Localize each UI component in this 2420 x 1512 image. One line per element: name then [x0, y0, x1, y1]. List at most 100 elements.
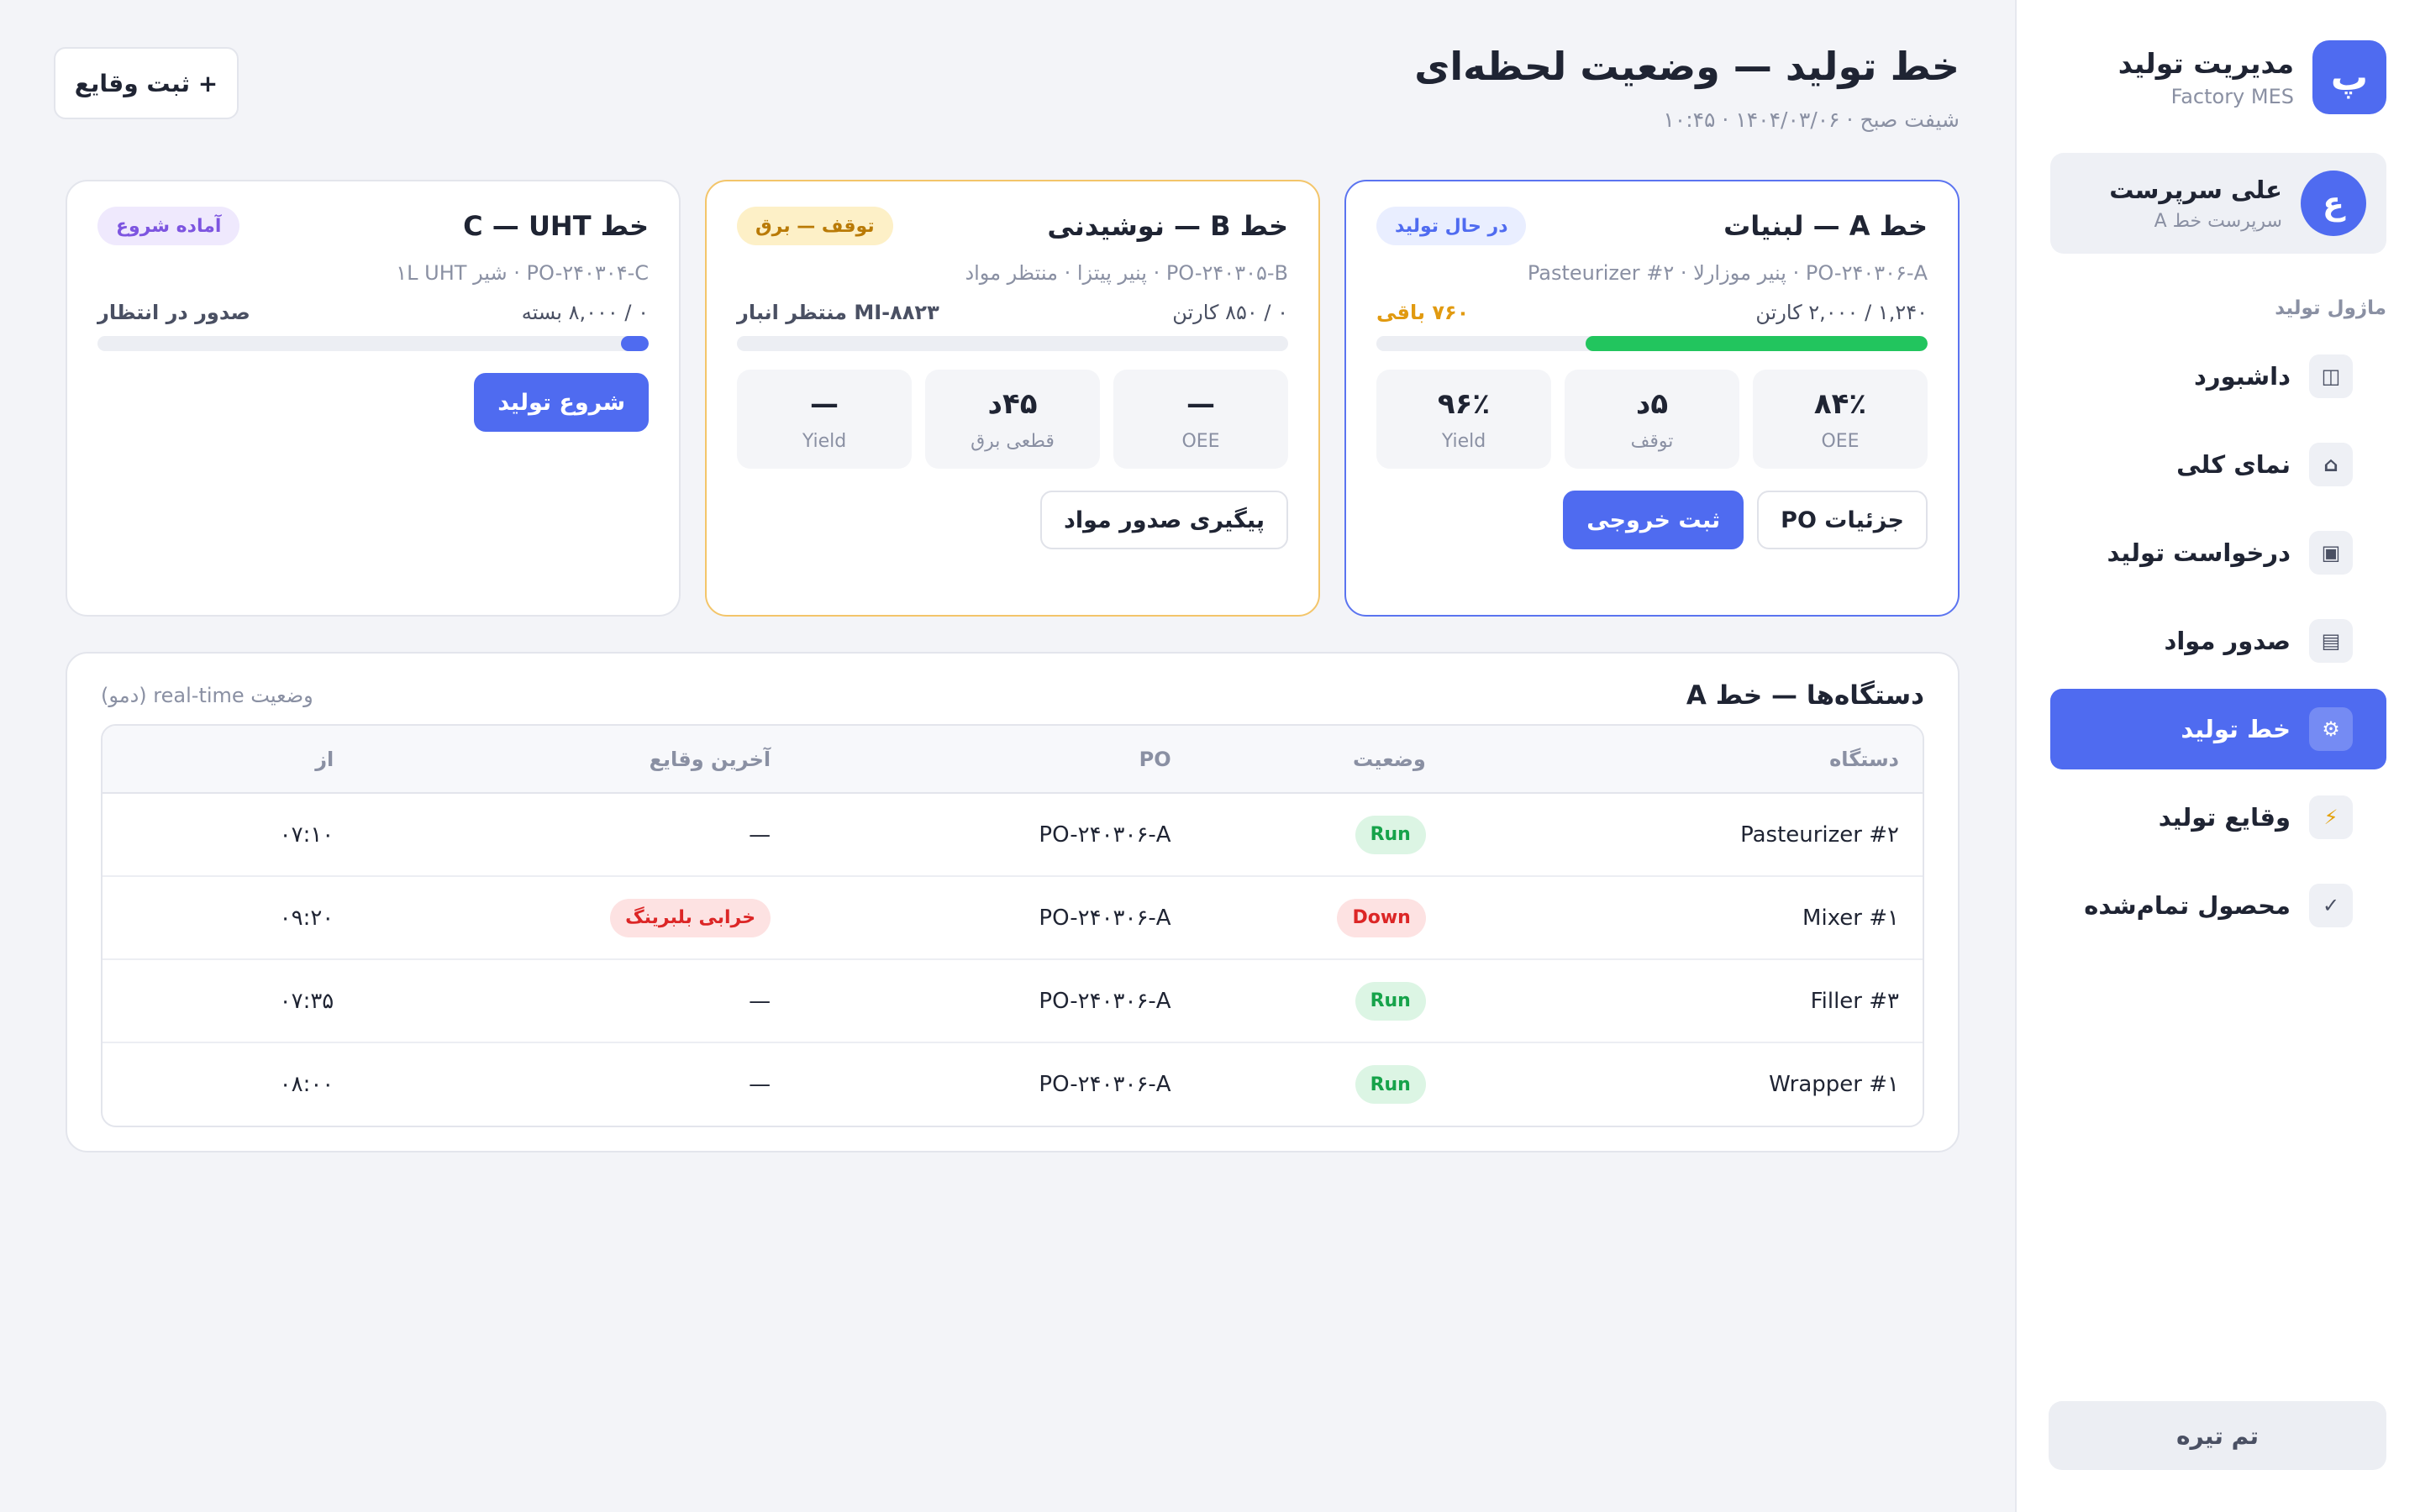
sidebar-item-dashboard[interactable]: ◫ داشبورد: [2050, 336, 2386, 417]
devices-panel: دستگاه‌ها — خط A وضعیت real-time (دمو) د…: [66, 652, 1960, 1152]
status-badge: Run: [1355, 981, 1426, 1021]
kpi-power-outage: ۴۵د قطعی برق: [925, 370, 1100, 469]
line-subtitle: PO-۲۴۰۳۰۵-B · پنیر پیتزا · منتظر مواد: [965, 261, 1288, 285]
remaining-text: ۷۶۰ باقی: [1376, 301, 1470, 324]
sidebar-item-label: داشبورد: [2194, 362, 2291, 391]
table-row[interactable]: Mixer #۱ Down PO-۲۴۰۳۰۶-A خرابی بلبرینگ …: [103, 876, 1923, 960]
devices-title: دستگاه‌ها — خط A: [1686, 680, 1924, 711]
kpi-label: Yield: [1441, 430, 1486, 452]
home-icon: ⌂: [2309, 443, 2353, 486]
sidebar-item-material-issue[interactable]: ▤ صدور مواد: [2050, 601, 2386, 681]
progress-text: ۰ / ۸۵۰ کارتن: [1172, 301, 1288, 324]
dashboard-icon: ◫: [2309, 354, 2353, 398]
kpi-value: ۴۵د: [987, 386, 1038, 421]
last-event: —: [749, 988, 771, 1014]
remaining-text: MI-۸۸۲۳ منتظر انبار: [737, 301, 939, 324]
line-card-b: خط B — نوشیدنی توقف — برق PO-۲۴۰۳۰۵-B · …: [705, 180, 1320, 617]
kpi-label: OEE: [1821, 430, 1860, 452]
device-name: Filler #۳: [1810, 988, 1899, 1014]
status-badge: در حال تولید: [1376, 207, 1527, 245]
last-event: —: [749, 1072, 771, 1097]
kpi-label: Yield: [802, 430, 847, 452]
page-subtitle: شیفت صبح · ۱۴۰۴/۰۳/۰۶ · ۱۰:۴۵: [1663, 108, 1960, 132]
line-title: خط A — لبنیات: [1723, 210, 1928, 242]
sidebar-item-label: صدور مواد: [2164, 627, 2291, 655]
remaining-text: صدور در انتظار: [97, 301, 250, 324]
device-name: Pasteurizer #۲: [1740, 822, 1899, 848]
main-content: خط تولید — وضعیت لحظه‌ای شیفت صبح · ۱۴۰۴…: [0, 0, 2015, 1512]
follow-up-material-button[interactable]: پیگیری صدور مواد: [1040, 491, 1288, 549]
table-row[interactable]: Filler #۳ Run PO-۲۴۰۳۰۶-A — ۰۷:۳۵: [103, 959, 1923, 1043]
last-event-badge: خرابی بلبرینگ: [610, 898, 771, 937]
user-role: سرپرست خط A: [2154, 210, 2282, 232]
kpi-label: قطعی برق: [971, 430, 1055, 452]
start-production-button[interactable]: شروع تولید: [474, 373, 649, 432]
production-lines: خط A — لبنیات در حال تولید PO-۲۴۰۳۰۶-A ·…: [66, 180, 1960, 617]
column-header: PO: [794, 726, 1195, 794]
add-event-button[interactable]: + ثبت وقایع: [54, 47, 239, 119]
column-header: از: [103, 726, 358, 794]
record-output-button[interactable]: ثبت خروجی: [1563, 491, 1744, 549]
line-subtitle: PO-۲۴۰۳۰۴-C · شیر ۱L UHT: [396, 261, 649, 285]
nav-section-label: ماژول تولید: [2275, 297, 2386, 319]
status-badge: توقف — برق: [737, 207, 893, 245]
line-card-a: خط A — لبنیات در حال تولید PO-۲۴۰۳۰۶-A ·…: [1344, 180, 1960, 617]
user-card[interactable]: ع علی سرپرست سرپرست خط A: [2050, 153, 2386, 254]
table-row[interactable]: Pasteurizer #۲ Run PO-۲۴۰۳۰۶-A — ۰۷:۱۰: [103, 793, 1923, 877]
progress-fill: [1586, 336, 1928, 351]
progress-bar: [97, 336, 649, 351]
brand: پ مدیریت تولید Factory MES: [2050, 40, 2386, 114]
sidebar-item-production-request[interactable]: ▣ درخواست تولید: [2050, 512, 2386, 593]
kpi-label: OEE: [1181, 430, 1220, 452]
kpi-yield: ۹۶٪ Yield: [1376, 370, 1551, 469]
progress-bar: [737, 336, 1288, 351]
list-icon: ▤: [2309, 619, 2353, 663]
po-number: PO-۲۴۰۳۰۶-A: [1039, 1072, 1171, 1097]
column-header: آخرین وقایع: [357, 726, 795, 794]
kpi-value: ۸۴٪: [1813, 386, 1867, 421]
column-header: وضعیت: [1194, 726, 1449, 794]
sidebar-nav: ◫ داشبورد ⌂ نمای کلی ▣ درخواست تولید ▤ ص…: [2050, 336, 2386, 946]
column-header: دستگاه: [1449, 726, 1923, 794]
progress-fill: [621, 336, 649, 351]
line-subtitle: PO-۲۴۰۳۰۶-A · پنیر موزارلا · Pasteurizer…: [1527, 261, 1928, 285]
brand-title: مدیریت تولید: [2118, 46, 2294, 80]
kpi-value: —: [1186, 386, 1215, 421]
kpi-value: ۹۶٪: [1437, 386, 1491, 421]
kpi-value: ۵د: [1635, 386, 1669, 421]
sidebar-item-production-line[interactable]: ⚙ خط تولید: [2050, 689, 2386, 769]
sidebar-item-label: نمای کلی: [2176, 450, 2291, 479]
status-badge: Run: [1355, 1065, 1426, 1104]
device-name: Wrapper #۱: [1769, 1072, 1899, 1097]
since-time: ۰۸:۰۰: [279, 1072, 334, 1097]
sidebar-item-label: محصول تمام‌شده: [2084, 891, 2291, 920]
progress-text: ۱,۲۴۰ / ۲,۰۰۰ کارتن: [1755, 301, 1928, 324]
sidebar-item-production-events[interactable]: ⚡ وقایع تولید: [2050, 777, 2386, 858]
sidebar-item-finished-product[interactable]: ✓ محصول تمام‌شده: [2050, 865, 2386, 946]
progress-text: ۰ / ۸,۰۰۰ بسته: [521, 301, 649, 324]
table-header-row: دستگاه وضعیت PO آخرین وقایع از: [103, 726, 1923, 794]
kpi-label: توقف: [1630, 430, 1674, 452]
devices-table: دستگاه وضعیت PO آخرین وقایع از Pasteuriz…: [101, 724, 1924, 1127]
dark-theme-button[interactable]: تم تیره: [2049, 1401, 2386, 1470]
po-details-button[interactable]: جزئیات PO: [1757, 491, 1928, 549]
line-title: خط B — نوشیدنی: [1047, 210, 1288, 242]
line-card-c: خط C — UHT آماده شروع PO-۲۴۰۳۰۴-C · شیر …: [66, 180, 681, 617]
status-badge: Run: [1355, 815, 1426, 854]
bolt-icon: ⚡: [2309, 795, 2353, 839]
sidebar: پ مدیریت تولید Factory MES ع علی سرپرست …: [2015, 0, 2420, 1512]
sidebar-item-label: خط تولید: [2181, 715, 2291, 743]
progress-bar: [1376, 336, 1928, 351]
kpi-value: —: [810, 386, 839, 421]
user-name: علی سرپرست: [2109, 175, 2282, 204]
kpi-yield: — Yield: [737, 370, 912, 469]
table-row[interactable]: Wrapper #۱ Run PO-۲۴۰۳۰۶-A — ۰۸:۰۰: [103, 1042, 1923, 1126]
po-number: PO-۲۴۰۳۰۶-A: [1039, 905, 1171, 931]
since-time: ۰۷:۳۵: [279, 988, 334, 1014]
po-number: PO-۲۴۰۳۰۶-A: [1039, 822, 1171, 848]
line-title: خط C — UHT: [463, 210, 649, 242]
sidebar-item-label: وقایع تولید: [2158, 803, 2291, 832]
avatar: ع: [2301, 171, 2366, 236]
request-icon: ▣: [2309, 531, 2353, 575]
sidebar-item-overview[interactable]: ⌂ نمای کلی: [2050, 424, 2386, 505]
